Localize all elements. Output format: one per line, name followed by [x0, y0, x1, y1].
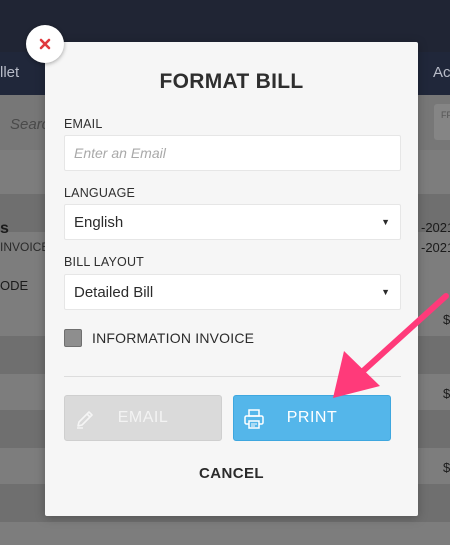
nav-item-activity[interactable]: Act — [433, 64, 450, 81]
filter-label: FF — [441, 110, 450, 120]
nav-item-wallet[interactable]: llet — [0, 64, 19, 81]
row-amount: $ — [443, 312, 450, 327]
cancel-button[interactable]: CANCEL — [45, 465, 418, 482]
email-field[interactable] — [64, 135, 401, 171]
print-button-label: PRINT — [286, 409, 338, 426]
bill-layout-label: BILL LAYOUT — [64, 255, 145, 269]
language-value: English — [74, 214, 124, 231]
bill-layout-select[interactable]: Detailed Bill ▼ — [64, 274, 401, 310]
column-header: ODE — [0, 278, 29, 293]
date-text: -2021 — [421, 240, 450, 255]
customer-name: s — [0, 220, 9, 237]
email-button[interactable]: EMAIL — [64, 395, 222, 441]
printer-icon — [244, 409, 264, 429]
language-select[interactable]: English ▼ — [64, 204, 401, 240]
pen-icon — [77, 411, 93, 429]
close-icon — [39, 38, 51, 50]
date-text: -2021 — [421, 220, 450, 235]
search-input[interactable]: Searc — [10, 116, 49, 133]
information-invoice-label[interactable]: INFORMATION INVOICE — [92, 330, 254, 346]
row-amount: $ — [443, 460, 450, 475]
email-label: EMAIL — [64, 117, 103, 131]
filter-button[interactable]: FF — [434, 104, 450, 140]
bill-layout-value: Detailed Bill — [74, 284, 154, 301]
close-button[interactable] — [26, 25, 64, 63]
print-button[interactable]: PRINT — [233, 395, 391, 441]
invoice-label: INVOICE — [0, 240, 50, 254]
information-invoice-checkbox[interactable] — [64, 329, 82, 347]
caret-down-icon: ▼ — [381, 287, 390, 297]
language-label: LANGUAGE — [64, 186, 136, 200]
email-input[interactable] — [65, 136, 400, 170]
email-button-label: EMAIL — [117, 409, 169, 426]
divider — [64, 376, 401, 377]
dialog-title: FORMAT BILL — [159, 70, 304, 93]
caret-down-icon: ▼ — [381, 217, 390, 227]
row-amount: $ — [443, 386, 450, 401]
